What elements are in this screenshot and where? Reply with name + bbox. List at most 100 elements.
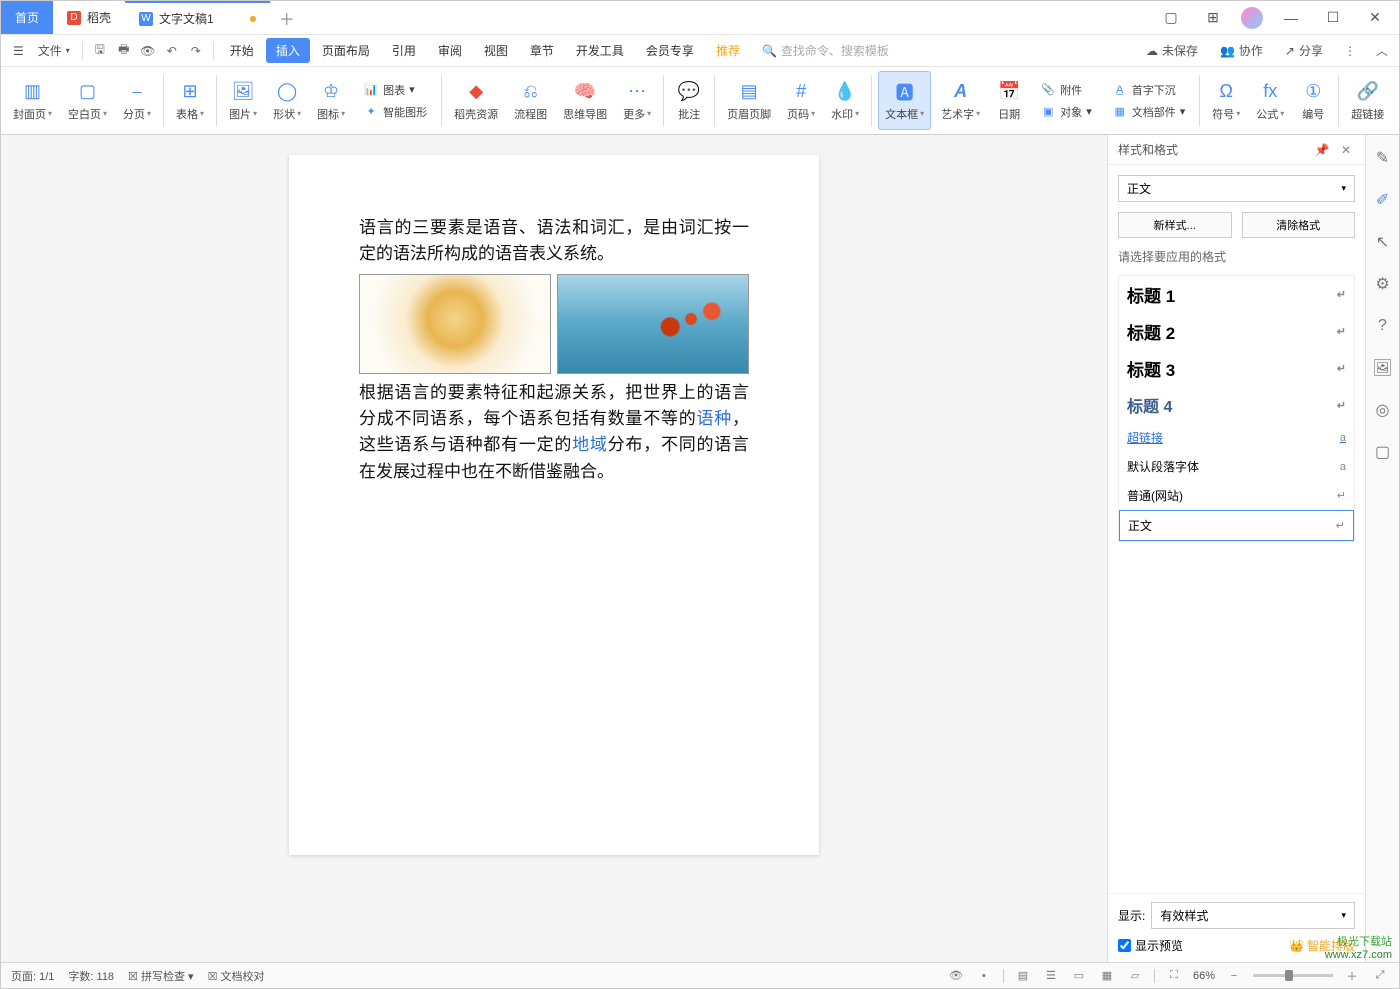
sb-proof[interactable]: ☒ 文档校对 — [208, 968, 265, 984]
rb-smartshape[interactable]: ✦智能图形 — [359, 102, 431, 122]
zoom-level[interactable]: 66% — [1193, 970, 1215, 982]
tab-docker[interactable]: D 稻壳 — [53, 1, 125, 34]
sb-dot-icon[interactable]: • — [975, 970, 993, 982]
tool-doc-icon[interactable]: ▢ — [1372, 441, 1394, 463]
sb-page[interactable]: 页面: 1/1 — [11, 968, 54, 984]
preview-checkbox[interactable]: 显示预览 — [1118, 937, 1183, 954]
rb-comment[interactable]: 💬批注 — [670, 71, 708, 130]
tool-brush-icon[interactable]: ✐ — [1372, 189, 1394, 211]
maximize-button[interactable]: ☐ — [1319, 4, 1347, 32]
zoom-slider[interactable] — [1253, 974, 1333, 977]
menu-devtools[interactable]: 开发工具 — [566, 38, 634, 63]
link-diyu[interactable]: 地域 — [572, 435, 608, 454]
sb-spellcheck[interactable]: ☒ 拼写检查 ▾ — [128, 968, 194, 984]
tool-location-icon[interactable]: ◎ — [1372, 399, 1394, 421]
sb-eye-icon[interactable]: 👁 — [947, 969, 965, 982]
apps-icon[interactable]: ⊞ — [1199, 4, 1227, 32]
rb-attachment[interactable]: 📎附件 — [1036, 80, 1096, 100]
qa-redo-icon[interactable]: ↷ — [185, 40, 207, 62]
collapse-ribbon-icon[interactable]: ︿ — [1371, 40, 1393, 62]
qa-print-icon[interactable]: 🖶 — [113, 40, 135, 62]
more-menu-icon[interactable]: ⋮ — [1339, 40, 1361, 62]
rb-hyperlink[interactable]: 🔗超链接 — [1345, 71, 1390, 130]
style-item-2[interactable]: 标题 3↵ — [1119, 350, 1354, 387]
style-item-6[interactable]: 普通(网站)↵ — [1119, 481, 1354, 510]
tab-home[interactable]: 首页 — [1, 1, 53, 34]
para-2[interactable]: 根据语言的要素特征和起源关系，把世界上的语言分成不同语系，每个语系包括有数量不等… — [359, 380, 749, 485]
fit-icon[interactable]: ⛶ — [1165, 969, 1183, 982]
rb-more[interactable]: ⋯更多▾ — [617, 71, 657, 130]
sb-wordcount[interactable]: 字数: 118 — [68, 968, 114, 984]
view-focus-icon[interactable]: ▱ — [1126, 969, 1144, 982]
rb-chart[interactable]: 📊图表▾ — [359, 80, 431, 100]
rb-mindmap[interactable]: 🧠思维导图 — [557, 71, 613, 130]
tool-image-icon[interactable]: 🖼 — [1372, 357, 1394, 379]
share-button[interactable]: ↗分享 — [1279, 42, 1329, 59]
view-page-icon[interactable]: ▤ — [1014, 969, 1032, 982]
view-outline-icon[interactable]: ☰ — [1042, 969, 1060, 982]
zoom-in-icon[interactable]: ＋ — [1343, 968, 1361, 984]
rb-symbol[interactable]: Ω符号▾ — [1206, 71, 1246, 130]
new-style-button[interactable]: 新样式... — [1118, 212, 1232, 238]
rb-dropcap[interactable]: A̲首字下沉 — [1108, 80, 1190, 100]
tool-pen-icon[interactable]: ✎ — [1372, 147, 1394, 169]
rb-table[interactable]: ⊞表格▾ — [170, 71, 210, 130]
avatar[interactable] — [1241, 7, 1263, 29]
para-1[interactable]: 语言的三要素是语音、语法和词汇，是由词汇按一定的语法所构成的语音表义系统。 — [359, 215, 749, 268]
qa-preview-icon[interactable]: 👁 — [137, 40, 159, 62]
qa-undo-icon[interactable]: ↶ — [161, 40, 183, 62]
file-menu[interactable]: 文件 ▾ — [32, 42, 76, 59]
tool-help-icon[interactable]: ? — [1372, 315, 1394, 337]
inserted-image-2[interactable] — [557, 274, 749, 374]
menu-insert[interactable]: 插入 — [266, 38, 310, 63]
tool-settings-icon[interactable]: ⚙ — [1372, 273, 1394, 295]
rb-docparts[interactable]: ▦文档部件▾ — [1108, 102, 1190, 122]
fullscreen-icon[interactable]: ⤢ — [1371, 969, 1389, 982]
style-item-4[interactable]: 超链接a — [1119, 423, 1354, 452]
rb-headerfooter[interactable]: ▤页眉页脚 — [721, 71, 777, 130]
clear-format-button[interactable]: 清除格式 — [1242, 212, 1356, 238]
show-select[interactable]: 有效样式 ▾ — [1151, 902, 1355, 929]
style-item-3[interactable]: 标题 4↵ — [1119, 387, 1354, 423]
document-canvas[interactable]: 语言的三要素是语音、语法和词汇，是由词汇按一定的语法所构成的语音表义系统。 根据… — [1, 135, 1107, 962]
minimize-button[interactable]: — — [1277, 4, 1305, 32]
rb-docerres[interactable]: ◆稻壳资源 — [448, 71, 504, 130]
close-button[interactable]: ✕ — [1361, 4, 1389, 32]
tool-select-icon[interactable]: ↖ — [1372, 231, 1394, 253]
menu-references[interactable]: 引用 — [382, 38, 426, 63]
rb-flowchart[interactable]: ⎌流程图 — [508, 71, 553, 130]
panel-close-icon[interactable]: ✕ — [1337, 143, 1355, 157]
style-item-1[interactable]: 标题 2↵ — [1119, 313, 1354, 350]
menu-view[interactable]: 视图 — [474, 38, 518, 63]
menu-section[interactable]: 章节 — [520, 38, 564, 63]
menu-review[interactable]: 审阅 — [428, 38, 472, 63]
preview-checkbox-input[interactable] — [1118, 939, 1131, 952]
menu-recommend[interactable]: 推荐 — [706, 38, 750, 63]
link-yuzhong[interactable]: 语种 — [696, 409, 732, 428]
unsaved-badge[interactable]: ☁未保存 — [1140, 42, 1204, 59]
menu-icon[interactable]: ☰ — [7, 44, 30, 58]
rb-pagebreak[interactable]: ⎯分页▾ — [117, 71, 157, 130]
tab-document[interactable]: W 文字文稿1 — [125, 1, 270, 34]
rb-number[interactable]: ①编号 — [1294, 71, 1332, 130]
rb-shape[interactable]: ◯形状▾ — [267, 71, 307, 130]
rb-pagenum[interactable]: #页码▾ — [781, 71, 821, 130]
qa-save-icon[interactable]: 🖫 — [89, 40, 111, 62]
view-read-icon[interactable]: ▭ — [1070, 969, 1088, 982]
rb-equation[interactable]: fx公式▾ — [1250, 71, 1290, 130]
menu-start[interactable]: 开始 — [220, 38, 264, 63]
style-item-0[interactable]: 标题 1↵ — [1119, 276, 1354, 313]
menu-vip[interactable]: 会员专享 — [636, 38, 704, 63]
style-item-5[interactable]: 默认段落字体a — [1119, 452, 1354, 481]
rb-wordart[interactable]: A艺术字▾ — [935, 71, 986, 130]
rb-watermark[interactable]: 💧水印▾ — [825, 71, 865, 130]
rb-object[interactable]: ▣对象▾ — [1036, 102, 1096, 122]
style-item-7[interactable]: 正文↵ — [1119, 510, 1354, 541]
rb-icon[interactable]: ♔图标▾ — [311, 71, 351, 130]
current-style-select[interactable]: 正文 ▾ — [1118, 175, 1355, 202]
command-search[interactable]: 🔍 查找命令、搜索模板 — [762, 42, 889, 59]
collab-button[interactable]: 👥协作 — [1214, 42, 1269, 59]
panel-title[interactable]: 样式和格式 — [1118, 141, 1178, 158]
rb-textbox[interactable]: 🅰文本框▾ — [878, 71, 931, 130]
inserted-image-1[interactable] — [359, 274, 551, 374]
